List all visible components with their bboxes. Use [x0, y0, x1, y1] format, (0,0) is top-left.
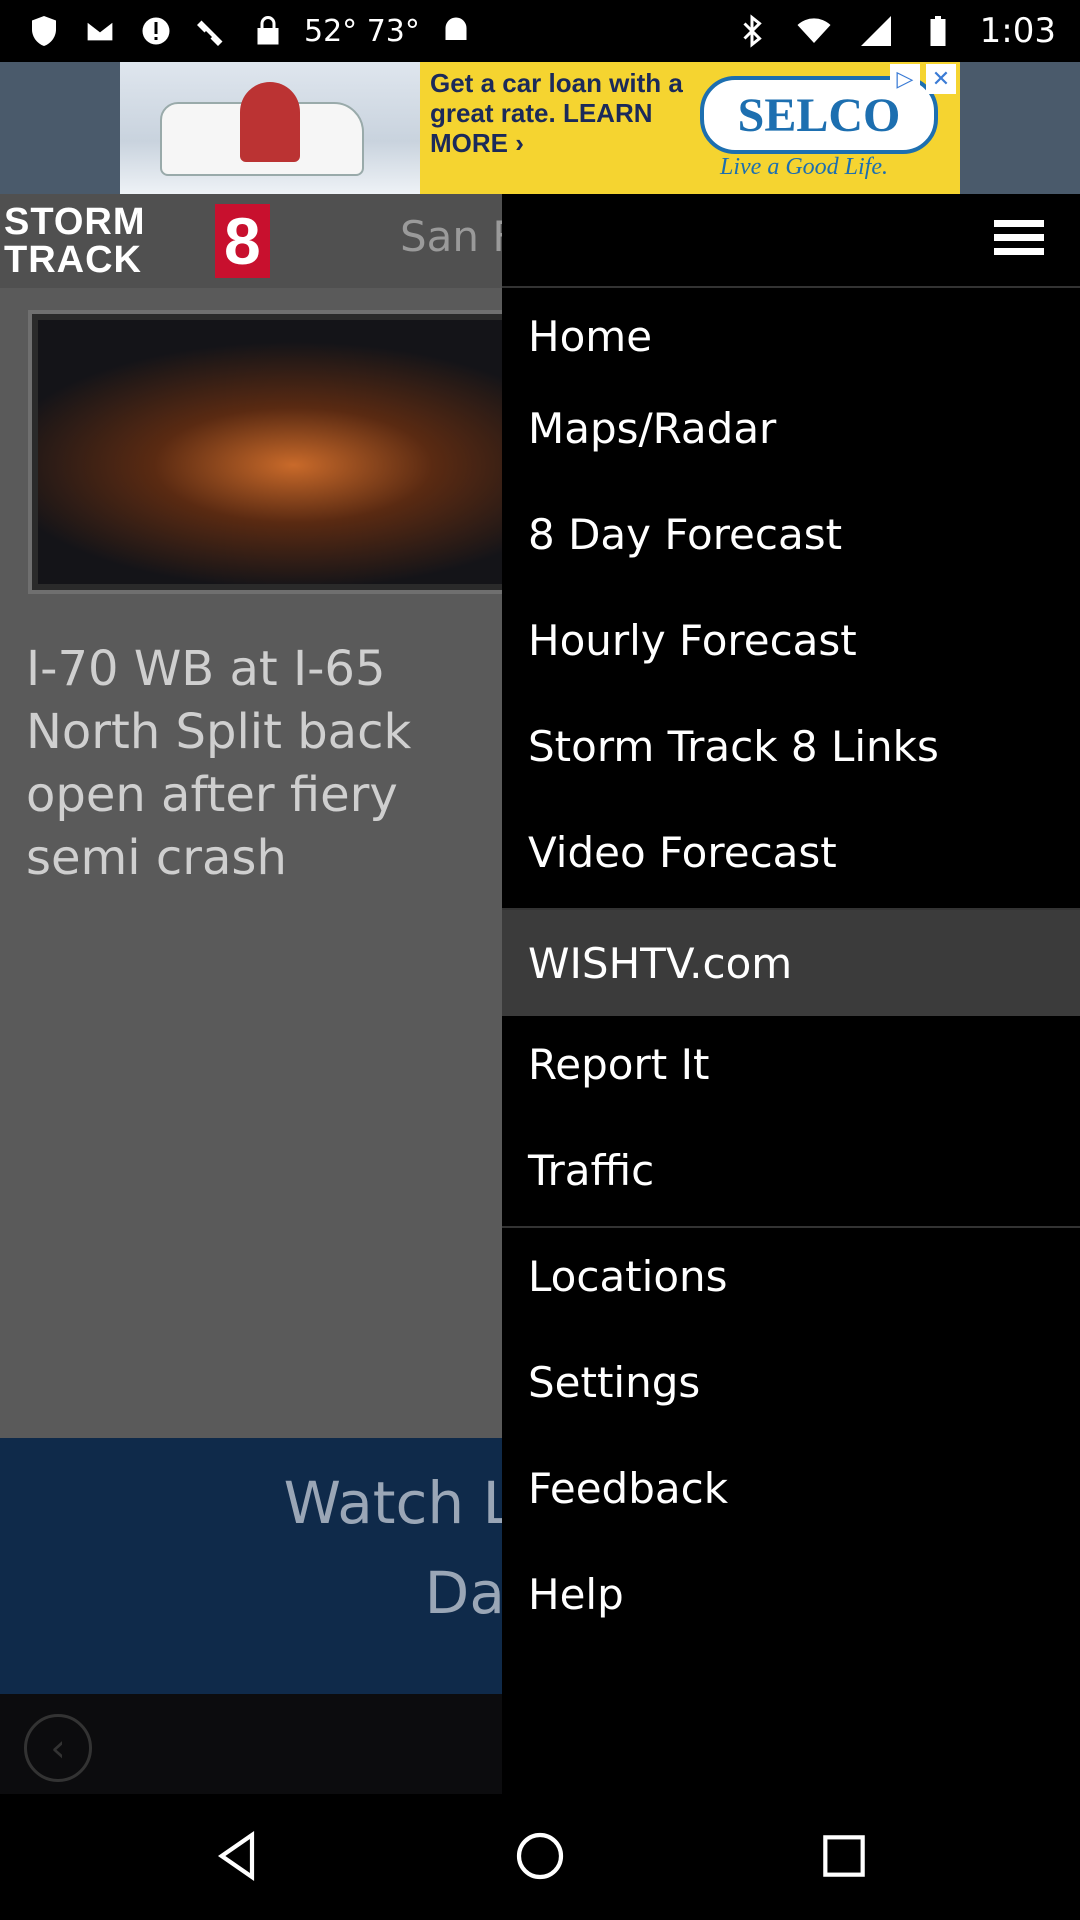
menu-item-label: Locations: [528, 1251, 728, 1301]
wifi-icon: [794, 11, 834, 51]
menu-item-label: Video Forecast: [528, 827, 837, 877]
menu-item-label: Home: [528, 311, 653, 361]
satellite-icon: [192, 11, 232, 51]
person-image: [240, 82, 300, 162]
menu-item-label: Feedback: [528, 1463, 729, 1513]
hamburger-menu-icon[interactable]: [994, 220, 1044, 260]
logo-text: STORM TRACK: [4, 201, 146, 281]
chevron-left-icon[interactable]: ‹: [24, 1714, 92, 1782]
ad-area: Get a car loan with a great rate. LEARN …: [0, 62, 1080, 194]
lock-icon: [248, 11, 288, 51]
menu-item-feedback[interactable]: Feedback: [502, 1436, 1080, 1540]
temperature-text: 52° 73°: [304, 13, 420, 49]
menu-item-label: Help: [528, 1569, 624, 1619]
drawer-header: [502, 194, 1080, 288]
city-title: San F: [400, 212, 517, 261]
menu-item-traffic[interactable]: Traffic: [502, 1118, 1080, 1222]
menu-item-settings[interactable]: Settings: [502, 1330, 1080, 1434]
logo-number: 8: [214, 204, 270, 278]
menu-item-wishtv-com[interactable]: WISHTV.com: [502, 910, 1080, 1016]
recents-nav-icon[interactable]: [812, 1824, 876, 1888]
shield-icon: [24, 11, 64, 51]
menu-item-label: Storm Track 8 Links: [528, 721, 939, 771]
menu-item-hourly-forecast[interactable]: Hourly Forecast: [502, 588, 1080, 692]
menu-item-label: Settings: [528, 1357, 701, 1407]
system-nav-bar: [0, 1794, 1080, 1920]
menu-item-label: 8 Day Forecast: [528, 509, 843, 559]
menu-item-label: Traffic: [528, 1145, 655, 1195]
ad-banner[interactable]: Get a car loan with a great rate. LEARN …: [120, 62, 960, 194]
ad-choices-icon[interactable]: ▷: [890, 64, 920, 94]
menu-item-label: Report It: [528, 1039, 710, 1089]
ad-tagline: Live a Good Life.: [720, 154, 888, 180]
battery-icon: [918, 11, 958, 51]
signal-icon: [856, 11, 896, 51]
menu-item-8-day-forecast[interactable]: 8 Day Forecast: [502, 482, 1080, 586]
navigation-drawer: Home Maps/Radar 8 Day Forecast Hourly Forec…: [502, 194, 1080, 1794]
home-nav-icon[interactable]: [508, 1824, 572, 1888]
back-nav-icon[interactable]: [206, 1824, 270, 1888]
menu-item-label: Maps/Radar: [528, 403, 777, 453]
menu-item-storm-track-8-links[interactable]: Storm Track 8 Links: [502, 694, 1080, 798]
alert-icon: [136, 11, 176, 51]
menu-item-label: WISHTV.com: [528, 938, 793, 988]
close-icon[interactable]: ✕: [926, 64, 956, 94]
bluetooth-icon: [732, 11, 772, 51]
android-icon: [436, 11, 476, 51]
status-bar: 52° 73° 1:03: [0, 0, 1080, 62]
gmail-icon: [80, 11, 120, 51]
article-headline[interactable]: I-70 WB at I-65 North Split back open af…: [26, 638, 486, 890]
storm-track-logo[interactable]: STORM TRACK 8: [0, 194, 270, 288]
menu-item-help[interactable]: Help: [502, 1542, 1080, 1646]
ad-photo: [120, 62, 420, 194]
clock-text: 1:03: [979, 11, 1056, 51]
menu-item-home[interactable]: Home: [502, 284, 1080, 388]
menu-item-label: Hourly Forecast: [528, 615, 857, 665]
menu-item-video-forecast[interactable]: Video Forecast: [502, 800, 1080, 904]
menu-item-report-it[interactable]: Report It: [502, 1012, 1080, 1116]
menu-item-maps-radar[interactable]: Maps/Radar: [502, 376, 1080, 480]
menu-item-locations[interactable]: Locations: [502, 1224, 1080, 1328]
ad-text: Get a car loan with a great rate. LEARN …: [430, 68, 683, 158]
